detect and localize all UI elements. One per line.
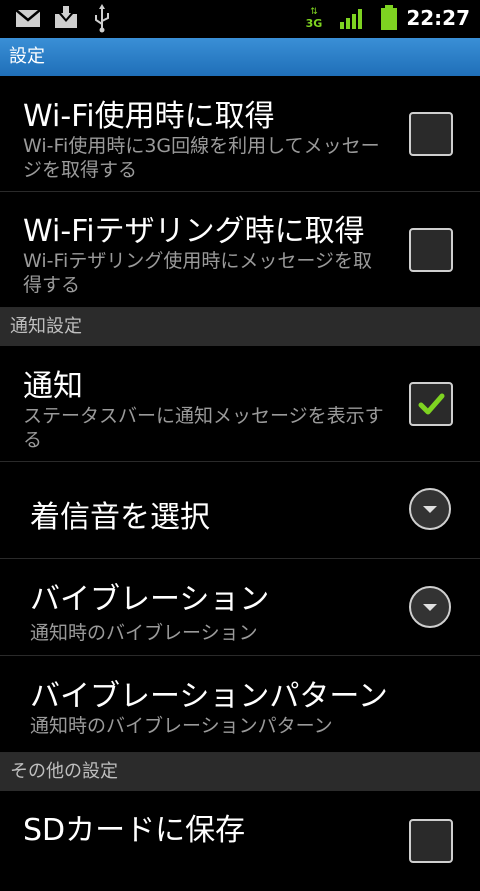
setting-title: Wi-Fiテザリング時に取得	[23, 214, 365, 249]
notify-checkbox[interactable]	[409, 382, 453, 426]
checkmark-icon	[418, 393, 445, 415]
setting-title: 通知	[23, 369, 83, 404]
setting-vibration[interactable]: バイブレーション 通知時のバイブレーション	[0, 559, 480, 656]
clock: 22:27	[406, 6, 470, 30]
setting-summary: 通知時のバイブレーション	[30, 622, 258, 644]
gmail-icon	[15, 9, 41, 27]
network-label: 3G	[305, 17, 323, 30]
setting-vibration-pattern[interactable]: バイブレーションパターン 通知時のバイブレーションパターン	[0, 656, 480, 753]
setting-title: SDカードに保存	[23, 813, 246, 848]
setting-summary: Wi-Fiテザリング使用時にメッセージを取得する	[23, 250, 372, 296]
usb-icon	[95, 4, 109, 33]
sd-save-checkbox[interactable]	[409, 819, 453, 863]
setting-notify[interactable]: 通知 ステータスバーに通知メッセージを表示する	[0, 346, 480, 462]
section-header-other: その他の設定	[0, 753, 480, 791]
download-icon	[55, 6, 77, 28]
chevron-down-icon	[423, 604, 437, 611]
ringtone-dropdown[interactable]	[409, 488, 451, 530]
setting-wifi-fetch[interactable]: Wi-Fi使用時に取得 Wi-Fi使用時に3G回線を利用してメッセージを取得する	[0, 76, 480, 192]
setting-summary: 通知時のバイブレーションパターン	[30, 715, 333, 737]
tethering-fetch-checkbox[interactable]	[409, 228, 453, 272]
status-bar: ⇅ 3G 22:27	[0, 0, 480, 38]
setting-tethering-fetch[interactable]: Wi-Fiテザリング時に取得 Wi-Fiテザリング使用時にメッセージを取得する	[0, 192, 480, 308]
setting-ringtone[interactable]: 着信音を選択	[0, 462, 480, 559]
settings-list: Wi-Fi使用時に取得 Wi-Fi使用時に3G回線を利用してメッセージを取得する…	[0, 76, 480, 891]
battery-icon	[381, 5, 397, 30]
signal-icon	[340, 9, 362, 29]
setting-title: Wi-Fi使用時に取得	[23, 99, 275, 134]
setting-sd-save[interactable]: SDカードに保存	[0, 791, 480, 891]
3g-data-icon: ⇅ 3G	[305, 7, 323, 30]
section-header-notification: 通知設定	[0, 308, 480, 346]
wifi-fetch-checkbox[interactable]	[409, 112, 453, 156]
setting-title: バイブレーションパターン	[30, 679, 388, 714]
setting-summary: Wi-Fi使用時に3G回線を利用してメッセージを取得する	[23, 135, 380, 181]
setting-summary: ステータスバーに通知メッセージを表示する	[23, 405, 384, 451]
vibration-dropdown[interactable]	[409, 586, 451, 628]
setting-title: 着信音を選択	[30, 500, 210, 535]
chevron-down-icon	[423, 506, 437, 513]
page-title: 設定	[0, 38, 480, 76]
setting-title: バイブレーション	[30, 582, 270, 617]
